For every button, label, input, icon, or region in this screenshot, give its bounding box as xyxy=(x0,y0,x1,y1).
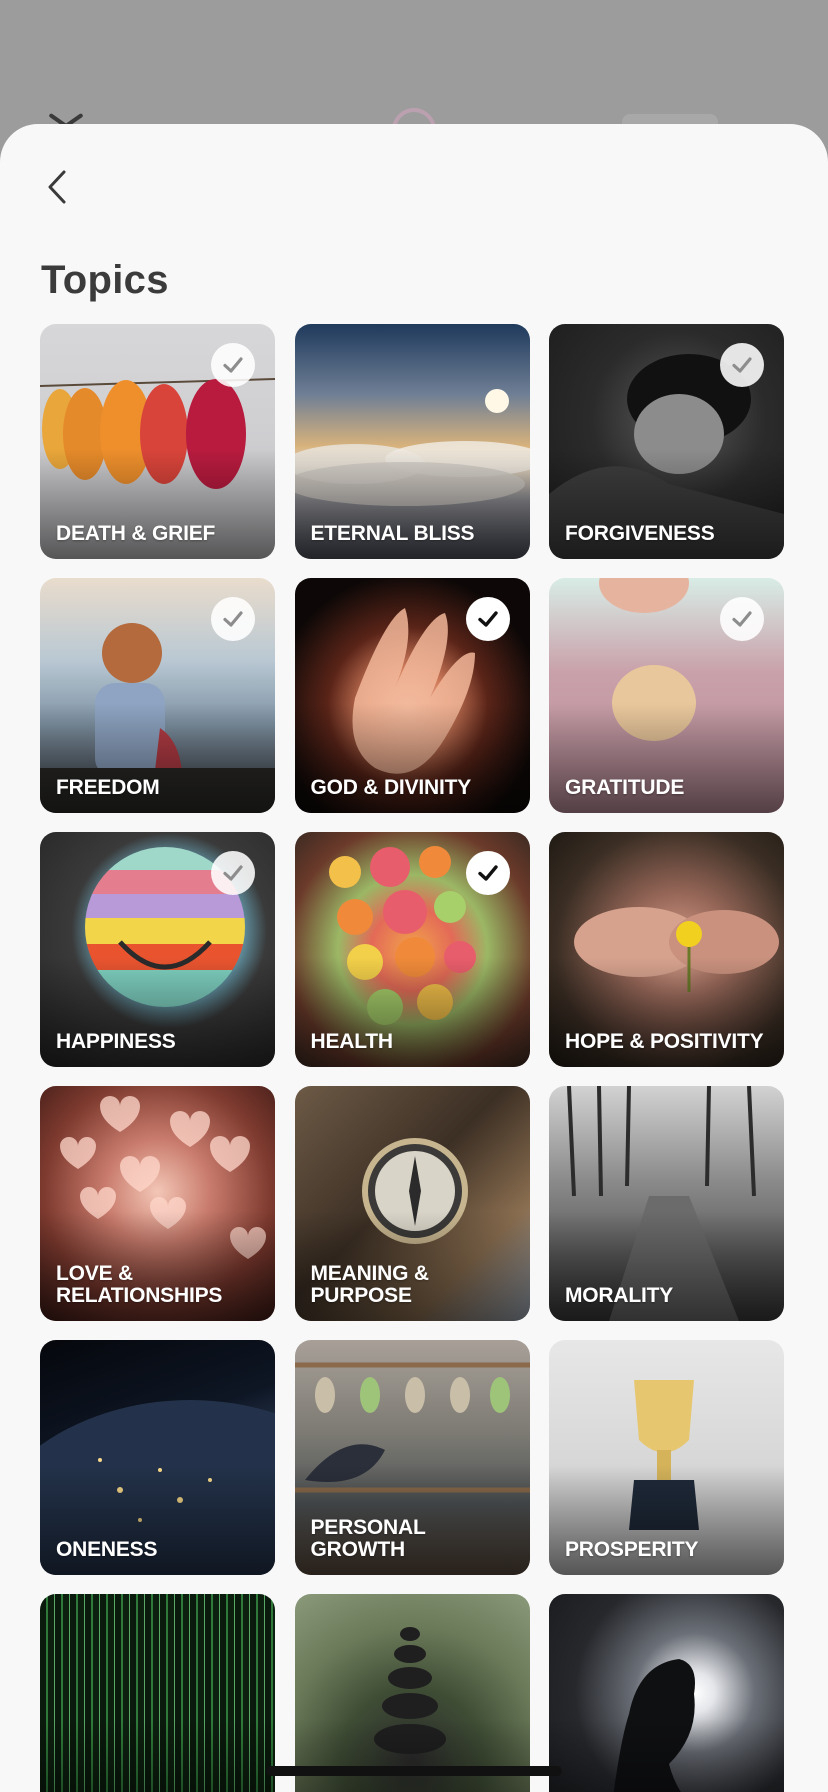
selected-check-icon[interactable] xyxy=(465,851,510,895)
topic-tile-love-relationships[interactable]: LOVE & RELATIONSHIPS xyxy=(40,1086,275,1321)
topic-tile-hope-positivity[interactable]: HOPE & POSITIVITY xyxy=(549,832,784,1067)
selected-check-icon[interactable] xyxy=(465,597,510,641)
topic-label: ETERNAL BLISS xyxy=(310,522,475,545)
topic-label: GRATITUDE xyxy=(565,776,685,799)
selected-check-icon[interactable] xyxy=(211,597,255,641)
topic-tile-forgiveness[interactable]: FORGIVENESS xyxy=(549,324,784,559)
selected-check-icon[interactable] xyxy=(720,343,764,387)
topic-tile-eternal-bliss[interactable]: ETERNAL BLISS xyxy=(294,324,530,559)
chevron-left-icon xyxy=(48,170,66,204)
topic-label: PROSPERITY xyxy=(565,1538,699,1561)
topic-label: DEATH & GRIEF xyxy=(56,522,216,545)
topic-tile-gratitude[interactable]: GRATITUDE xyxy=(549,578,784,813)
topic-tile-oneness[interactable]: ONENESS xyxy=(40,1340,275,1575)
selected-check-icon[interactable] xyxy=(720,597,764,641)
topic-label: FORGIVENESS xyxy=(565,522,715,545)
topic-tile-morality[interactable]: MORALITY xyxy=(549,1086,784,1321)
topic-label: HOPE & POSITIVITY xyxy=(565,1030,764,1053)
selected-check-icon[interactable] xyxy=(211,343,255,387)
topic-tile-god-divinity[interactable]: GOD & DIVINITY xyxy=(294,578,530,813)
topic-tile-prosperity[interactable]: PROSPERITY xyxy=(549,1340,784,1575)
topics-grid: DEATH & GRIEF ETERNAL BLISS FORGIVENESS … xyxy=(40,324,784,1792)
topic-label: FREEDOM xyxy=(56,776,160,799)
topics-sheet: Topics DEATH & GRIEF ETERNAL BLISS FORGI… xyxy=(0,124,828,1792)
selected-check-icon[interactable] xyxy=(211,851,255,895)
topic-tile-happiness[interactable]: HAPPINESS xyxy=(40,832,275,1067)
topic-label: MEANING & PURPOSE xyxy=(310,1262,430,1307)
topic-label: HEALTH xyxy=(310,1030,394,1053)
topic-tile-health[interactable]: HEALTH xyxy=(294,832,530,1067)
topic-label: ONENESS xyxy=(56,1538,158,1561)
topic-tile-death-grief[interactable]: DEATH & GRIEF xyxy=(40,324,275,559)
back-button[interactable] xyxy=(36,166,78,208)
page-title: Topics xyxy=(41,258,169,302)
topic-tile-meaning-purpose[interactable]: MEANING & PURPOSE xyxy=(294,1086,530,1321)
topic-tile-balance[interactable] xyxy=(294,1594,530,1792)
topic-tile-freedom[interactable]: FREEDOM xyxy=(40,578,275,813)
home-indicator[interactable] xyxy=(266,1766,562,1776)
topic-tile-enlightenment[interactable] xyxy=(549,1594,784,1792)
topic-label: HAPPINESS xyxy=(56,1030,176,1053)
topic-label: GOD & DIVINITY xyxy=(310,776,472,799)
topic-label: PERSONAL GROWTH xyxy=(310,1516,426,1561)
topic-tile-personal-growth[interactable]: PERSONAL GROWTH xyxy=(294,1340,530,1575)
topic-tile-digital[interactable] xyxy=(40,1594,275,1792)
topic-label: MORALITY xyxy=(565,1284,674,1307)
topic-label: LOVE & RELATIONSHIPS xyxy=(56,1262,223,1307)
